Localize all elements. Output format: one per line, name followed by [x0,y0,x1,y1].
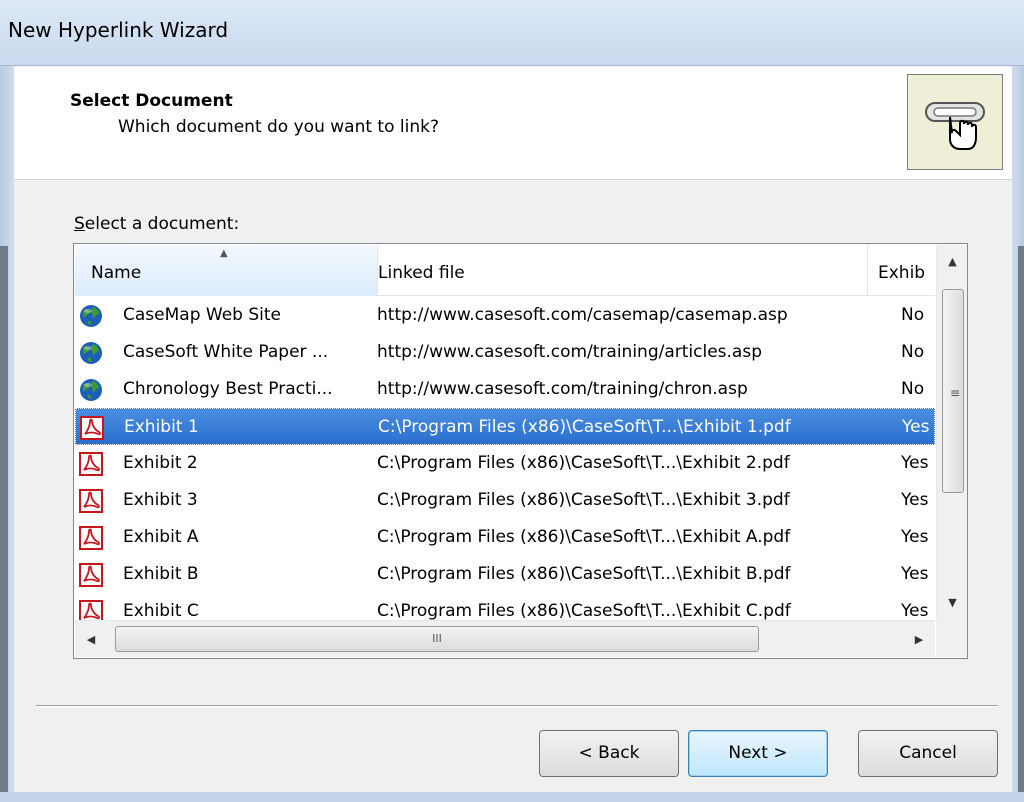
row-linked-file: http://www.casesoft.com/training/article… [377,342,762,362]
row-exhibit: Yes [901,453,929,473]
window-frame-left [0,66,14,802]
title-bar[interactable]: New Hyperlink Wizard [0,0,1024,66]
scrollbar-corner [936,620,967,657]
cancel-button[interactable]: Cancel [858,730,998,777]
column-header-exhibit[interactable]: Exhib [868,245,935,296]
list-row[interactable]: Exhibit 3 C:\Program Files (x86)\CaseSoft… [75,482,935,519]
row-name: CaseMap Web Site [123,305,281,325]
horizontal-scroll-thumb[interactable]: III [115,626,759,652]
row-exhibit: Yes [902,417,930,437]
scroll-right-icon[interactable]: ▶ [903,621,935,658]
list-label: Select a document: [74,214,240,234]
back-button[interactable]: < Back [539,730,679,777]
row-exhibit: No [901,342,925,362]
row-exhibit: Yes [901,564,929,584]
wizard-heading: Select Document [70,91,233,111]
row-exhibit: No [901,305,925,325]
window-frame-bottom [0,792,1024,802]
document-list[interactable]: ▲ Name Linked file Exhib CaseMap Web Sit… [73,243,968,659]
row-linked-file: C:\Program Files (x86)\CaseSoft\T...\Exh… [377,564,791,584]
window-title: New Hyperlink Wizard [8,18,229,42]
row-name: Exhibit 3 [123,490,198,510]
row-name: Exhibit A [123,527,199,547]
list-header: ▲ Name Linked file Exhib [75,245,935,296]
window-frame-right [1012,66,1024,802]
scroll-down-icon[interactable]: ▼ [937,586,967,620]
list-row[interactable]: CaseMap Web Site http://www.casesoft.com/… [75,297,935,334]
row-linked-file: C:\Program Files (x86)\CaseSoft\T...\Exh… [377,453,790,473]
row-linked-file: C:\Program Files (x86)\CaseSoft\T...\Exh… [377,527,791,547]
horizontal-scrollbar[interactable]: ◀ III ▶ [75,620,935,657]
wizard-header: Select Document Which document do you wa… [14,67,1012,180]
column-header-name[interactable]: ▲ Name [75,245,378,296]
row-name: Exhibit B [123,564,199,584]
vertical-scrollbar[interactable]: ▲ ≡ ▼ [936,245,967,620]
row-linked-file: http://www.casesoft.com/casemap/casemap.… [377,305,788,325]
wizard-subheading: Which document do you want to link? [118,117,439,137]
list-row[interactable]: Exhibit 1 C:\Program Files (x86)\CaseSoft… [75,408,935,445]
row-linked-file: http://www.casesoft.com/training/chron.a… [377,379,748,399]
vertical-scroll-thumb[interactable]: ≡ [942,289,964,493]
list-row[interactable]: CaseSoft White Paper ... http://www.cases… [75,334,935,371]
row-linked-file: C:\Program Files (x86)\CaseSoft\T...\Exh… [378,417,791,437]
list-row[interactable]: Exhibit A C:\Program Files (x86)\CaseSoft… [75,519,935,556]
list-row[interactable]: Chronology Best Practi... http://www.case… [75,371,935,408]
row-linked-file: C:\Program Files (x86)\CaseSoft\T...\Exh… [377,490,790,510]
dialog-window: New Hyperlink Wizard Select Document Whi… [0,0,1024,802]
list-row[interactable]: Exhibit 2 C:\Program Files (x86)\CaseSoft… [75,445,935,482]
column-header-linked-file[interactable]: Linked file [378,245,868,296]
link-hand-icon [907,74,1003,170]
footer-divider [36,705,998,707]
row-name: CaseSoft White Paper ... [123,342,329,362]
row-exhibit: Yes [901,490,929,510]
row-exhibit: No [901,379,925,399]
sort-ascending-icon: ▲ [220,248,228,259]
row-exhibit: Yes [901,527,929,547]
next-button[interactable]: Next > [688,730,828,777]
row-name: Exhibit 1 [124,417,199,437]
row-name: Exhibit 2 [123,453,198,473]
scroll-left-icon[interactable]: ◀ [75,621,107,658]
list-row[interactable]: Exhibit B C:\Program Files (x86)\CaseSoft… [75,556,935,593]
scroll-up-icon[interactable]: ▲ [937,245,967,279]
row-name: Chronology Best Practi... [123,379,333,399]
